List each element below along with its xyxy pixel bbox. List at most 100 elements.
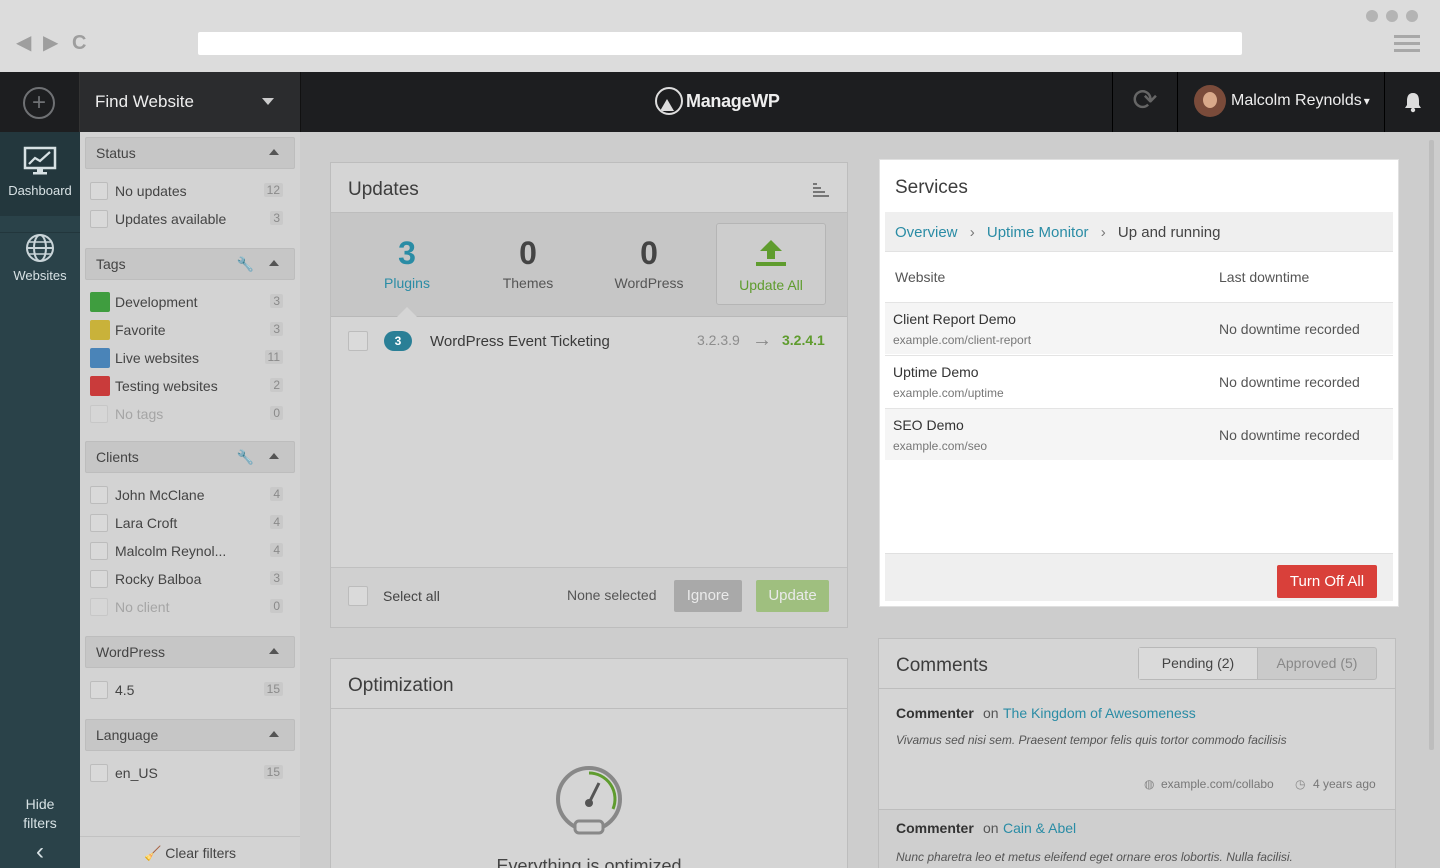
filter-count: 11 bbox=[264, 350, 283, 364]
website-url: example.com/seo bbox=[893, 439, 988, 453]
checkbox[interactable] bbox=[90, 182, 108, 200]
hide-filters-button[interactable]: Hide filters bbox=[0, 795, 80, 833]
checkbox[interactable] bbox=[90, 486, 108, 504]
address-bar[interactable] bbox=[198, 32, 1242, 55]
back-arrow-icon[interactable]: ◀ bbox=[16, 33, 31, 53]
filter-item[interactable]: Live websites 11 bbox=[90, 347, 290, 369]
update-all-button[interactable]: Update All bbox=[716, 223, 826, 305]
comment-post-link[interactable]: Cain & Abel bbox=[1003, 820, 1076, 836]
filter-item[interactable]: Favorite 3 bbox=[90, 319, 290, 341]
checkbox[interactable] bbox=[90, 514, 108, 532]
filter-count: 3 bbox=[270, 571, 283, 585]
filter-item[interactable]: John McClane 4 bbox=[90, 484, 290, 506]
column-header-last-downtime: Last downtime bbox=[1219, 269, 1310, 285]
language-filter-header[interactable]: Language bbox=[85, 719, 295, 751]
update-button[interactable]: Update bbox=[756, 580, 829, 612]
comment-site-link[interactable]: example.com/collabo bbox=[1161, 777, 1285, 791]
checkbox[interactable] bbox=[90, 681, 108, 699]
tag-color-swatch[interactable] bbox=[90, 320, 110, 340]
filter-item[interactable]: Updates available 3 bbox=[90, 208, 290, 230]
tag-color-swatch[interactable] bbox=[90, 376, 110, 396]
chevron-up-icon[interactable] bbox=[269, 648, 279, 654]
table-row[interactable]: Client Report Demo example.com/client-re… bbox=[885, 302, 1393, 354]
breadcrumb-uptime-monitor[interactable]: Uptime Monitor bbox=[987, 224, 1089, 241]
sync-button[interactable]: ⟳ bbox=[1112, 72, 1178, 132]
window-dot-icon[interactable] bbox=[1386, 10, 1398, 22]
filter-item[interactable]: 4.5 15 bbox=[90, 679, 290, 701]
filter-item[interactable]: No client 0 bbox=[90, 596, 290, 618]
filter-label: Live websites bbox=[115, 350, 200, 366]
filter-label: John McClane bbox=[115, 487, 205, 503]
checkbox[interactable] bbox=[90, 764, 108, 782]
forward-arrow-icon[interactable]: ▶ bbox=[43, 33, 58, 53]
filter-item[interactable]: No updates 12 bbox=[90, 180, 290, 202]
table-row[interactable]: Uptime Demo example.com/uptime No downti… bbox=[885, 355, 1393, 407]
filter-title: Tags bbox=[96, 256, 126, 272]
chevron-up-icon[interactable] bbox=[269, 731, 279, 737]
updates-stats: 3 Plugins 0 Themes 0 WordPress Update All bbox=[331, 213, 847, 317]
window-dot-icon[interactable] bbox=[1366, 10, 1378, 22]
ignore-button[interactable]: Ignore bbox=[674, 580, 742, 612]
wordpress-filter-header[interactable]: WordPress bbox=[85, 636, 295, 668]
comment-post-link[interactable]: The Kingdom of Awesomeness bbox=[1003, 705, 1196, 721]
filter-count: 0 bbox=[270, 599, 283, 613]
filter-item[interactable]: Development 3 bbox=[90, 291, 290, 313]
filter-count: 15 bbox=[263, 765, 283, 779]
window-dot-icon[interactable] bbox=[1406, 10, 1418, 22]
browser-menu-icon[interactable] bbox=[1394, 35, 1420, 53]
sort-bars-icon[interactable] bbox=[813, 181, 829, 197]
user-menu[interactable]: Malcolm Reynolds ▾ bbox=[1194, 85, 1370, 117]
sidebar-item-websites[interactable]: Websites bbox=[0, 232, 80, 292]
filter-label: Favorite bbox=[115, 322, 166, 338]
tab-pending[interactable]: Pending (2) bbox=[1139, 648, 1258, 679]
chevron-up-icon[interactable] bbox=[269, 260, 279, 266]
themes-stat[interactable]: 0 Themes bbox=[468, 235, 588, 291]
checkbox[interactable] bbox=[348, 331, 368, 351]
wrench-icon[interactable]: 🔧 bbox=[237, 449, 254, 466]
services-card: Services Overview › Uptime Monitor › Up … bbox=[880, 160, 1398, 606]
status-filter-header[interactable]: Status bbox=[85, 137, 295, 169]
top-bar: + Find Website ManageWP ⟳ Malcolm Reynol… bbox=[0, 72, 1440, 132]
checkbox[interactable] bbox=[90, 570, 108, 588]
notifications-button[interactable] bbox=[1384, 72, 1440, 132]
filter-item[interactable]: Rocky Balboa 3 bbox=[90, 568, 290, 590]
checkbox[interactable] bbox=[90, 210, 108, 228]
update-row[interactable]: 3 WordPress Event Ticketing 3.2.3.9 → 3.… bbox=[331, 329, 847, 363]
plus-circle-icon: + bbox=[23, 87, 55, 119]
filter-item[interactable]: Testing websites 2 bbox=[90, 375, 290, 397]
wordpress-stat[interactable]: 0 WordPress bbox=[589, 235, 709, 291]
chevron-left-icon[interactable]: ‹ bbox=[0, 838, 80, 866]
select-all-checkbox[interactable] bbox=[348, 586, 368, 606]
clients-filter-header[interactable]: Clients 🔧 bbox=[85, 441, 295, 473]
checkbox[interactable] bbox=[90, 542, 108, 560]
website-name: Client Report Demo bbox=[893, 311, 1016, 327]
tab-approved[interactable]: Approved (5) bbox=[1258, 648, 1376, 679]
turn-off-all-button[interactable]: Turn Off All bbox=[1277, 565, 1377, 598]
find-website-dropdown[interactable]: Find Website bbox=[80, 72, 301, 132]
checkbox[interactable] bbox=[90, 405, 108, 423]
table-row[interactable]: SEO Demo example.com/seo No downtime rec… bbox=[885, 408, 1393, 460]
plugin-name: WordPress Event Ticketing bbox=[430, 333, 610, 350]
comment-on: on bbox=[983, 705, 999, 721]
chevron-up-icon[interactable] bbox=[269, 149, 279, 155]
reload-icon[interactable]: C bbox=[72, 33, 86, 53]
wrench-icon[interactable]: 🔧 bbox=[237, 256, 254, 273]
managewp-logo[interactable]: ManageWP bbox=[655, 86, 780, 116]
filter-item[interactable]: Malcolm Reynol... 4 bbox=[90, 540, 290, 562]
tags-filter-header[interactable]: Tags 🔧 bbox=[85, 248, 295, 280]
scrollbar[interactable] bbox=[1429, 140, 1434, 750]
breadcrumb-overview[interactable]: Overview bbox=[895, 224, 958, 241]
clear-filters-button[interactable]: 🧹 Clear filters bbox=[80, 836, 300, 868]
filter-item[interactable]: en_US 15 bbox=[90, 762, 290, 784]
plugins-stat[interactable]: 3 Plugins bbox=[347, 235, 467, 291]
filter-item[interactable]: No tags 0 bbox=[90, 403, 290, 425]
stat-value: 0 bbox=[519, 235, 537, 271]
stat-value: 3 bbox=[398, 235, 416, 271]
tag-color-swatch[interactable] bbox=[90, 348, 110, 368]
filter-item[interactable]: Lara Croft 4 bbox=[90, 512, 290, 534]
add-website-button[interactable]: + bbox=[0, 72, 80, 132]
sidebar-item-dashboard[interactable]: Dashboard bbox=[0, 132, 80, 216]
chevron-up-icon[interactable] bbox=[269, 453, 279, 459]
checkbox[interactable] bbox=[90, 598, 108, 616]
tag-color-swatch[interactable] bbox=[90, 292, 110, 312]
